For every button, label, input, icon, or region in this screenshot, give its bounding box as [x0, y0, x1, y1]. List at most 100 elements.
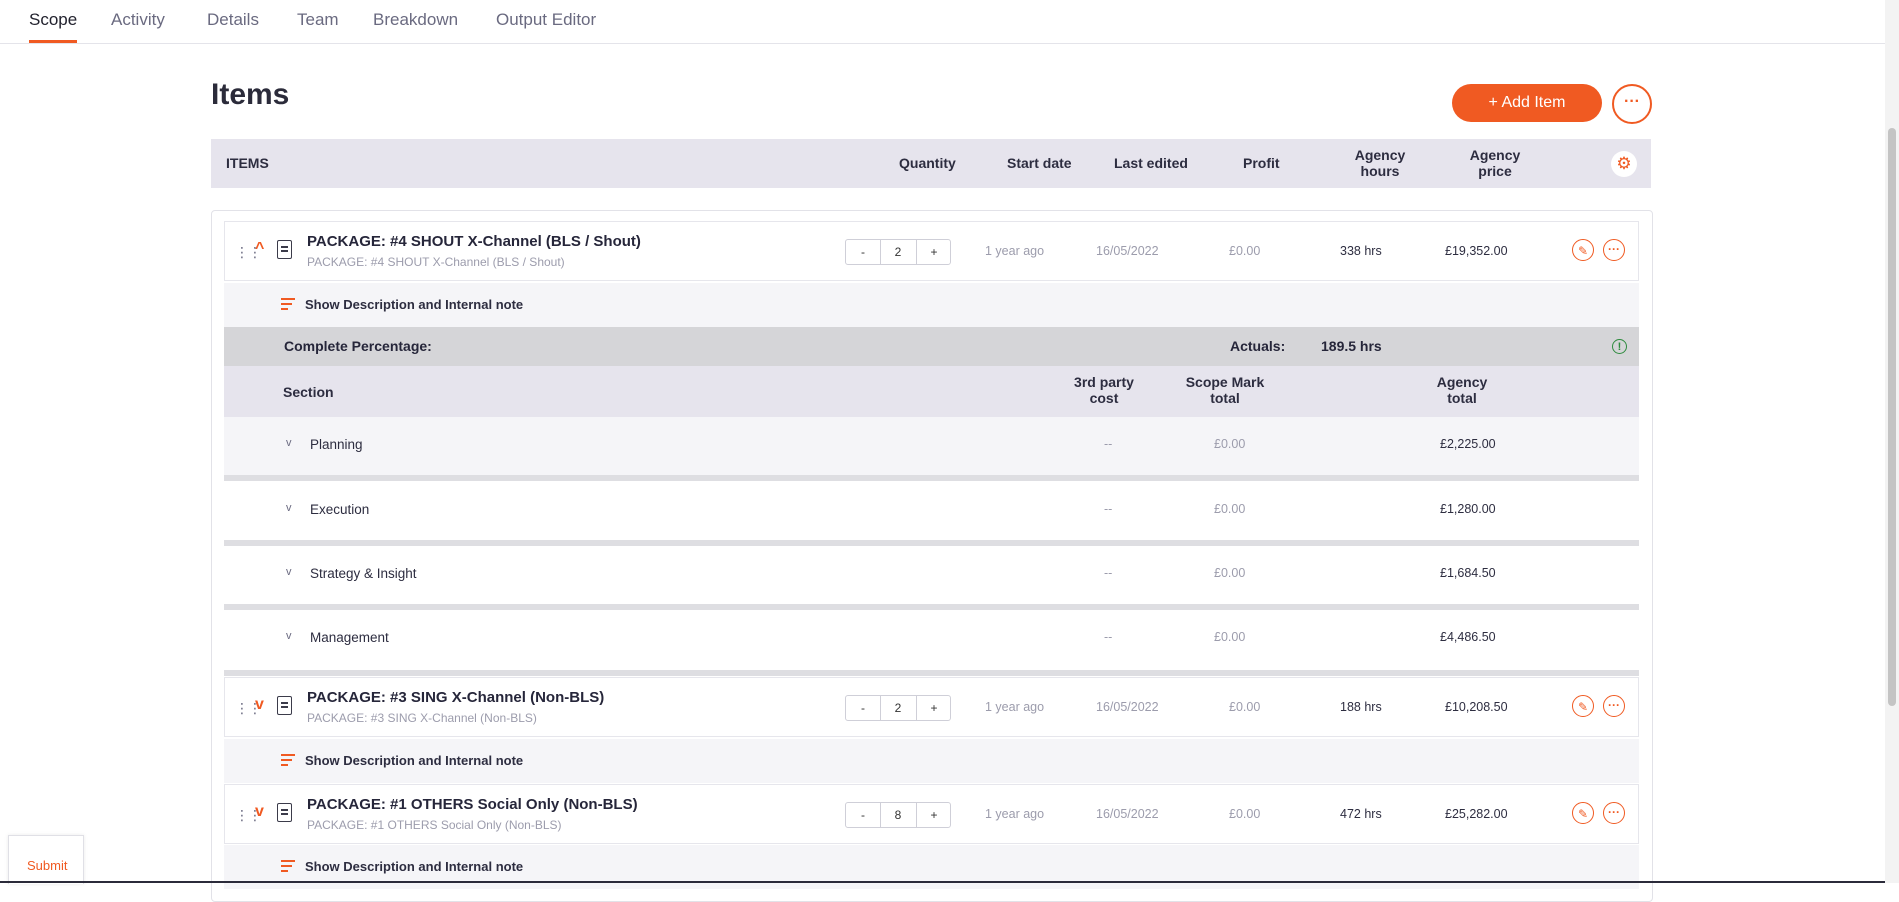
document-icon — [277, 240, 292, 259]
column-agency-hours-line2: hours — [1360, 163, 1400, 179]
quantity-increment-button[interactable]: + — [916, 803, 951, 827]
page-title: Items — [211, 78, 290, 111]
profit: £0.00 — [1229, 700, 1261, 714]
quantity-stepper[interactable]: - 2 + — [845, 695, 951, 721]
column-third-party-line1: 3rd party — [1074, 374, 1134, 390]
show-description-link[interactable]: Show Description and Internal note — [305, 297, 523, 312]
quantity-stepper[interactable]: - 2 + — [845, 239, 951, 265]
show-description-link[interactable]: Show Description and Internal note — [305, 753, 523, 768]
item-title: PACKAGE: #3 SING X-Channel (Non-BLS) — [307, 689, 605, 706]
profit: £0.00 — [1229, 244, 1261, 258]
item-title: PACKAGE: #1 OTHERS Social Only (Non-BLS) — [307, 796, 638, 813]
quantity-value[interactable]: 2 — [880, 240, 916, 264]
quantity-decrement-button[interactable]: - — [846, 803, 881, 827]
pencil-icon[interactable]: ✎ — [1572, 802, 1594, 824]
description-toggle-row[interactable]: Show Description and Internal note — [224, 283, 1639, 327]
agency-price: £19,352.00 — [1445, 244, 1508, 258]
last-edited: 16/05/2022 — [1096, 700, 1159, 714]
last-edited: 16/05/2022 — [1096, 244, 1159, 258]
items-table-header: ITEMS Quantity Start date Last edited Pr… — [211, 139, 1651, 188]
notes-edit-icon — [281, 298, 297, 310]
scope-mark-total: £0.00 — [1214, 437, 1246, 451]
document-icon — [277, 696, 292, 715]
show-description-link[interactable]: Show Description and Internal note — [305, 859, 523, 874]
tab-output-editor[interactable]: Output Editor — [496, 0, 596, 43]
column-third-party-line2: cost — [1089, 390, 1119, 406]
quantity-decrement-button[interactable]: - — [846, 240, 881, 264]
column-profit: Profit — [1243, 155, 1280, 171]
column-section: Section — [283, 384, 334, 400]
agency-price: £25,282.00 — [1445, 807, 1508, 821]
add-item-button[interactable]: + Add Item — [1452, 84, 1602, 122]
quantity-stepper[interactable]: - 8 + — [845, 802, 951, 828]
section-row-strategy[interactable]: v Strategy & Insight -- £0.00 £1,684.50 — [224, 546, 1639, 610]
agency-total: £1,280.00 — [1440, 502, 1496, 516]
tab-activity[interactable]: Activity — [111, 0, 165, 43]
agency-hours: 338 hrs — [1340, 244, 1382, 258]
chevron-down-icon[interactable]: v — [255, 803, 264, 821]
agency-hours: 188 hrs — [1340, 700, 1382, 714]
column-agency-total-line2: total — [1447, 390, 1477, 406]
complete-percentage-label: Complete Percentage: — [284, 338, 432, 354]
gear-icon[interactable]: ⚙ — [1611, 151, 1637, 177]
more-options-button[interactable]: ··· — [1612, 84, 1652, 124]
tab-details[interactable]: Details — [207, 0, 259, 43]
third-party-cost: -- — [1104, 502, 1113, 516]
pencil-icon[interactable]: ✎ — [1572, 239, 1594, 261]
chevron-down-icon[interactable]: v — [286, 630, 292, 642]
quantity-value[interactable]: 8 — [880, 803, 916, 827]
chevron-down-icon[interactable]: v — [255, 696, 264, 714]
section-table-header: Section 3rd party cost Scope Mark total … — [224, 366, 1639, 417]
start-date: 1 year ago — [985, 700, 1045, 714]
description-toggle-row[interactable]: Show Description and Internal note — [224, 739, 1639, 783]
quantity-value[interactable]: 2 — [880, 696, 916, 720]
scope-mark-total: £0.00 — [1214, 566, 1246, 580]
third-party-cost: -- — [1104, 566, 1113, 580]
column-quantity: Quantity — [899, 155, 956, 171]
quantity-increment-button[interactable]: + — [916, 696, 951, 720]
tab-scope[interactable]: Scope — [29, 0, 78, 43]
notes-edit-icon — [281, 860, 297, 872]
scope-mark-total: £0.00 — [1214, 630, 1246, 644]
chevron-down-icon[interactable]: v — [286, 502, 292, 514]
chevron-down-icon[interactable]: v — [286, 437, 292, 449]
item-subtitle: PACKAGE: #3 SING X-Channel (Non-BLS) — [307, 711, 537, 725]
item-row[interactable]: ⋮⋮ v PACKAGE: #3 SING X-Channel (Non-BLS… — [224, 677, 1639, 737]
section-row-execution[interactable]: v Execution -- £0.00 £1,280.00 — [224, 482, 1639, 546]
column-scope-mark-line1: Scope Mark — [1185, 374, 1265, 390]
column-start-date: Start date — [1007, 155, 1072, 171]
column-agency-price: Agency price — [1464, 147, 1526, 179]
item-subtitle: PACKAGE: #1 OTHERS Social Only (Non-BLS) — [307, 818, 562, 832]
ellipsis-icon[interactable]: ··· — [1603, 802, 1625, 824]
column-agency-hours: Agency hours — [1349, 147, 1411, 179]
chevron-down-icon[interactable]: v — [286, 566, 292, 578]
agency-hours: 472 hrs — [1340, 807, 1382, 821]
top-tab-bar: Scope Activity Details Team Breakdown Ou… — [0, 0, 1885, 44]
section-row-management[interactable]: v Management -- £0.00 £4,486.50 — [224, 610, 1639, 676]
column-scope-mark-total: Scope Mark total — [1180, 374, 1270, 406]
actuals-value: 189.5 hrs — [1321, 338, 1382, 354]
column-last-edited: Last edited — [1114, 155, 1188, 171]
actuals-label: Actuals: — [1230, 338, 1286, 354]
agency-price: £10,208.50 — [1445, 700, 1508, 714]
section-row-planning[interactable]: v Planning -- £0.00 £2,225.00 — [224, 417, 1639, 481]
chevron-up-icon[interactable]: ^ — [255, 240, 264, 258]
ellipsis-icon[interactable]: ··· — [1603, 239, 1625, 261]
tab-team[interactable]: Team — [297, 0, 339, 43]
quantity-decrement-button[interactable]: - — [846, 696, 881, 720]
scrollbar-thumb[interactable] — [1888, 128, 1896, 706]
column-third-party-cost: 3rd party cost — [1064, 374, 1144, 406]
quantity-increment-button[interactable]: + — [916, 240, 951, 264]
info-circle-icon[interactable]: ! — [1612, 339, 1627, 354]
complete-percentage-row: Complete Percentage: Actuals: 189.5 hrs … — [224, 327, 1639, 366]
ellipsis-icon[interactable]: ··· — [1603, 695, 1625, 717]
submit-button[interactable]: Submit — [27, 858, 67, 873]
third-party-cost: -- — [1104, 437, 1113, 451]
last-edited: 16/05/2022 — [1096, 807, 1159, 821]
item-row[interactable]: ⋮⋮ ^ PACKAGE: #4 SHOUT X-Channel (BLS / … — [224, 221, 1639, 281]
document-icon — [277, 803, 292, 822]
pencil-icon[interactable]: ✎ — [1572, 695, 1594, 717]
vertical-scrollbar[interactable] — [1885, 0, 1899, 883]
item-row[interactable]: ⋮⋮ v PACKAGE: #1 OTHERS Social Only (Non… — [224, 784, 1639, 844]
tab-breakdown[interactable]: Breakdown — [373, 0, 458, 43]
